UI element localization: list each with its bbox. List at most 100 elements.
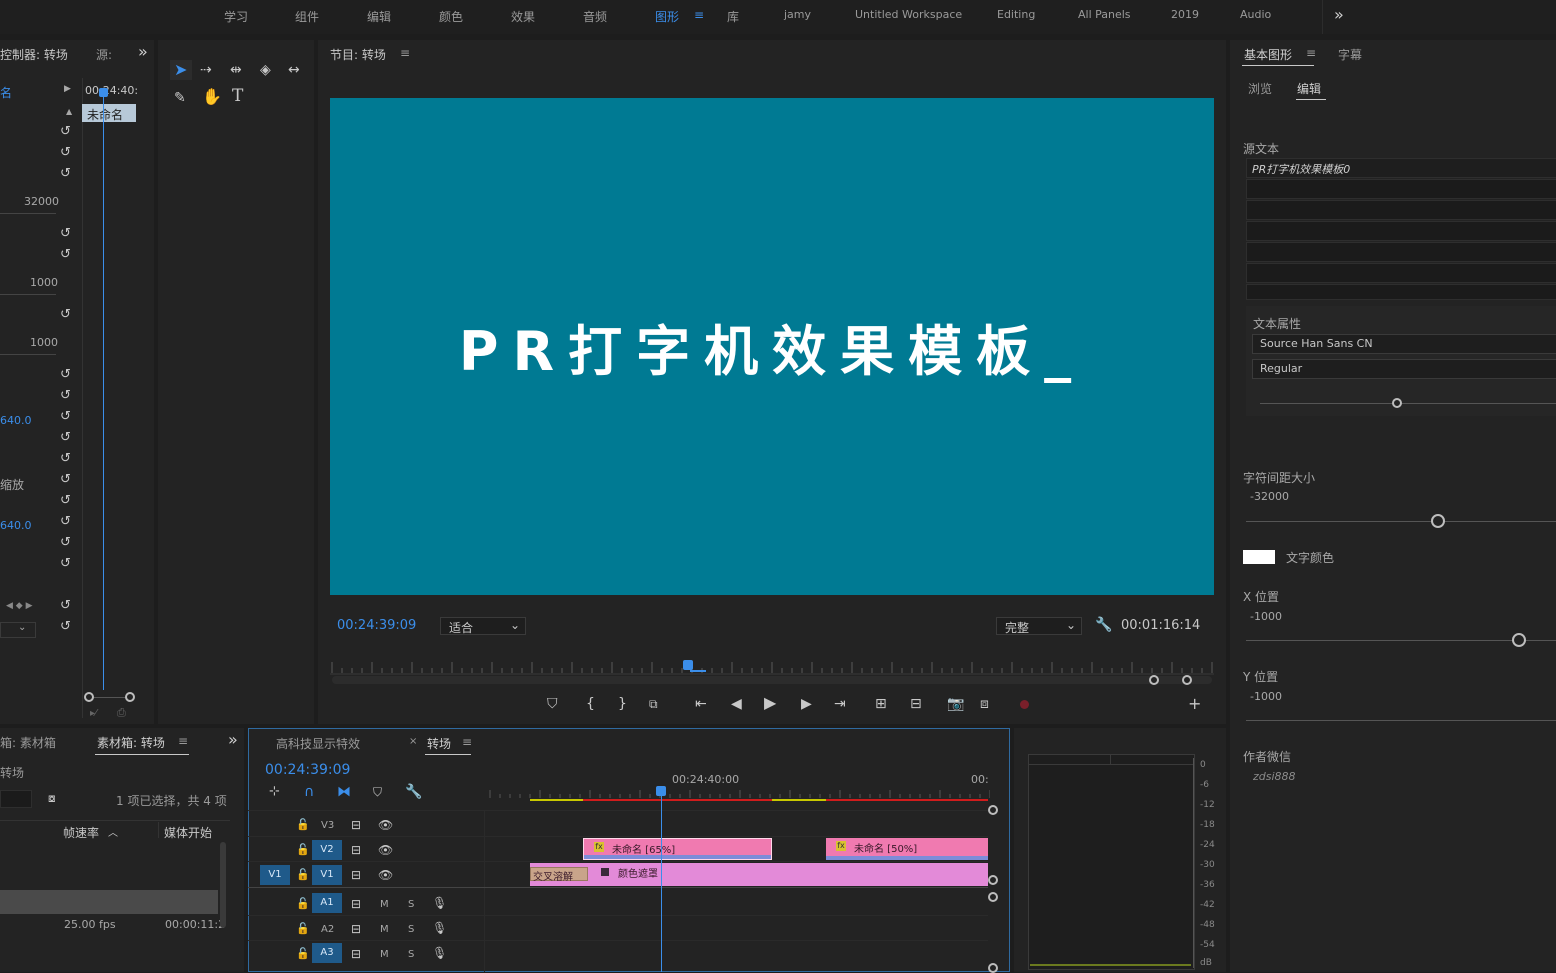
workspace-tab[interactable]: Editing (997, 8, 1035, 21)
record-icon[interactable] (1020, 700, 1029, 709)
play-icon[interactable]: ▶ (764, 695, 776, 711)
scroll-up-icon[interactable]: ▲ (66, 107, 72, 116)
linked-selection-icon[interactable]: ⧓ (337, 785, 351, 799)
new-bin-icon[interactable]: ⧇ (48, 791, 56, 805)
razor-tool-icon[interactable]: ◈ (260, 63, 271, 77)
track-select-tool-icon[interactable]: ⇢ (200, 63, 212, 77)
reset-icon[interactable]: ↺ (60, 307, 71, 322)
timeline-playhead-handle[interactable] (656, 786, 666, 796)
tracking-slider-knob[interactable] (1431, 514, 1446, 528)
layer-item[interactable] (1246, 242, 1556, 262)
pen-tool-icon[interactable]: ✎ (174, 91, 186, 105)
project-row-selected[interactable] (0, 890, 218, 914)
microphone-icon[interactable]: 🎙 (432, 921, 447, 935)
scroll-handle[interactable] (988, 805, 998, 815)
extract-icon[interactable]: ⊟ (910, 697, 922, 711)
mini-playhead[interactable] (103, 94, 104, 690)
layer-item[interactable] (1246, 200, 1556, 220)
monitor-playhead[interactable] (683, 660, 693, 670)
search-input[interactable] (0, 790, 32, 808)
solo-button[interactable]: S (408, 924, 414, 935)
timeline-clip-color-matte[interactable]: 交叉溶解 颜色遮罩 (530, 863, 988, 886)
slider-track[interactable] (0, 213, 56, 214)
lock-icon[interactable]: 🔓 (296, 947, 310, 961)
y-position-slider[interactable] (1246, 720, 1556, 721)
bin-tab[interactable]: 箱: 素材箱 (0, 734, 56, 751)
solo-button[interactable]: S (408, 899, 414, 910)
layer-item[interactable] (1246, 179, 1556, 199)
workspace-tab[interactable]: 学习 (224, 8, 248, 25)
sync-lock-icon[interactable]: ⊟ (351, 818, 361, 832)
edit-tab[interactable]: 编辑 (1297, 80, 1321, 97)
reset-icon[interactable]: ↺ (60, 493, 71, 508)
essential-graphics-tab[interactable]: 基本图形 (1244, 46, 1292, 63)
close-icon[interactable]: × (409, 736, 417, 747)
microphone-icon[interactable]: 🎙 (432, 896, 447, 910)
mark-in-icon[interactable]: { (586, 697, 595, 711)
layer-item[interactable] (1246, 221, 1556, 241)
program-video-frame[interactable]: PR打字机效果模板_ (330, 98, 1214, 595)
quality-select[interactable]: 完整 ⌄ (996, 617, 1082, 635)
step-to-in-icon[interactable]: ⇤ (695, 697, 707, 711)
sync-lock-icon[interactable]: ⊟ (351, 922, 361, 936)
add-button-icon[interactable]: + (1188, 696, 1201, 712)
ripple-edit-tool-icon[interactable]: ⇹ (230, 63, 242, 77)
layer-item[interactable] (1246, 263, 1556, 283)
panel-overflow-icon[interactable]: » (138, 42, 148, 61)
slip-tool-icon[interactable]: ↔ (288, 63, 300, 77)
slider-track[interactable] (0, 354, 56, 355)
reset-icon[interactable]: ↺ (60, 145, 71, 160)
text-color-swatch[interactable] (1243, 550, 1275, 564)
tracking-slider[interactable] (1246, 521, 1556, 522)
effect-controls-tab[interactable]: 控制器: 转场 (0, 46, 68, 63)
eye-icon[interactable]: 👁 (378, 843, 393, 857)
value-readout[interactable]: 32000 (24, 195, 59, 208)
reset-icon[interactable]: ↺ (60, 247, 71, 262)
tracking-value[interactable]: -32000 (1250, 490, 1289, 503)
lock-icon[interactable]: 🔓 (296, 843, 310, 857)
reset-icon[interactable]: ↺ (60, 124, 71, 139)
sync-lock-icon[interactable]: ⊟ (351, 897, 361, 911)
sync-lock-icon[interactable]: ⊟ (351, 868, 361, 882)
scrollbar[interactable] (220, 842, 226, 928)
reset-icon[interactable]: ↺ (60, 409, 71, 424)
track-target-a1[interactable]: A1 (312, 893, 342, 913)
program-monitor-title[interactable]: 节目: 转场 (330, 46, 386, 63)
zoom-handle[interactable] (84, 692, 94, 702)
value-readout[interactable]: 640.0 (0, 414, 32, 427)
panel-menu-icon[interactable]: ≡ (400, 46, 410, 60)
x-position-slider-knob[interactable] (1511, 633, 1526, 647)
value-readout[interactable]: 1000 (30, 276, 58, 289)
x-position-slider[interactable] (1246, 640, 1556, 641)
font-select[interactable]: Source Han Sans CN (1252, 334, 1556, 354)
x-position-value[interactable]: -1000 (1250, 610, 1282, 623)
wrench-icon[interactable]: 🔧 (1095, 618, 1112, 632)
workspace-tab[interactable]: jamy (784, 8, 811, 21)
workspace-tab[interactable]: 库 (727, 8, 739, 25)
timeline-timecode[interactable]: 00:24:39:09 (265, 762, 350, 778)
workspace-menu-icon[interactable]: ≡ (694, 8, 704, 22)
timeline-clip-graphic[interactable]: fx 未命名 [65%] (583, 838, 772, 860)
camera-icon[interactable]: 📷 (947, 697, 964, 711)
monitor-time-ruler[interactable] (330, 660, 1214, 692)
export-icon[interactable]: ⎙ (117, 706, 126, 720)
reset-icon[interactable]: ↺ (60, 619, 71, 634)
comparison-view-icon[interactable]: ⧈ (980, 697, 989, 711)
panel-overflow-icon[interactable]: » (228, 730, 238, 749)
workspace-tab[interactable]: All Panels (1078, 8, 1131, 21)
y-position-value[interactable]: -1000 (1250, 690, 1282, 703)
lock-icon[interactable]: 🔓 (296, 818, 310, 832)
reset-icon[interactable]: ↺ (60, 226, 71, 241)
panel-menu-icon[interactable]: ≡ (178, 734, 188, 748)
bin-tab-active[interactable]: 素材箱: 转场 (97, 734, 165, 751)
solo-button[interactable]: S (408, 949, 414, 960)
zoom-handle[interactable] (1182, 675, 1192, 685)
browse-tab[interactable]: 浏览 (1248, 80, 1272, 97)
reset-icon[interactable]: ↺ (60, 535, 71, 550)
workspace-tab[interactable]: 颜色 (439, 8, 463, 25)
workspace-tab[interactable]: Audio (1240, 8, 1271, 21)
fit-select[interactable]: 适合 ⌄ (440, 617, 526, 635)
keyframe-nav-icon[interactable]: ◀ ◆ ▶ (6, 601, 33, 611)
workspace-tab-active[interactable]: 图形 (655, 8, 679, 25)
reset-icon[interactable]: ↺ (60, 598, 71, 613)
